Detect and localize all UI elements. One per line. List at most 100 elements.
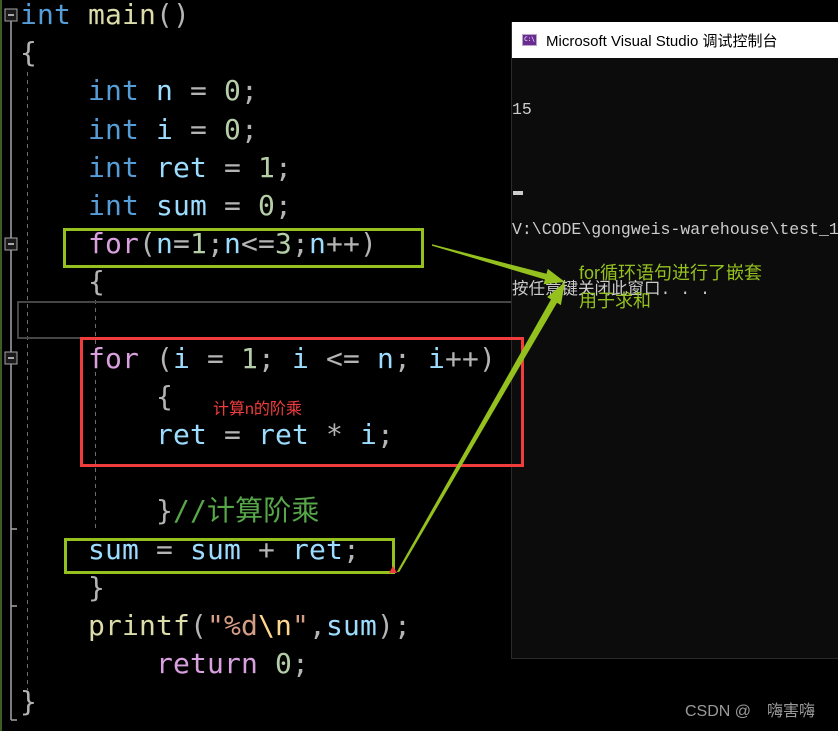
code-token-p: } <box>20 685 37 719</box>
fold-toggle-main[interactable] <box>4 8 18 22</box>
code-token-op: = <box>207 188 258 222</box>
code-token-fn: main <box>88 0 156 31</box>
watermark-author: 嗨害嗨 <box>767 703 816 720</box>
console-app-icon: C:\ <box>522 34 537 46</box>
code-token-var: i <box>292 341 309 375</box>
code-token-p: ; <box>275 150 292 184</box>
code-token-p: } <box>155 494 173 528</box>
code-token-p: ; <box>241 74 258 108</box>
code-token-p: { <box>88 265 105 299</box>
code-token-op <box>258 647 275 680</box>
code-token-str: "%d <box>207 609 258 642</box>
code-token-p: ; <box>394 341 428 375</box>
code-line[interactable]: int ret = 1; <box>20 149 496 187</box>
code-token-op: + <box>241 532 292 566</box>
nested-loop-note: for循环语句进行了嵌套 用于求和 <box>579 259 762 315</box>
code-token-op: = <box>190 341 241 375</box>
code-token-p: ; <box>207 227 224 261</box>
code-token-p: ( <box>190 609 207 642</box>
code-token-var: ret <box>257 418 309 452</box>
code-token-op <box>139 189 156 222</box>
code-token-op: ++ <box>445 341 479 375</box>
code-token-ctl: return <box>155 647 258 681</box>
code-token-p: { <box>155 379 173 413</box>
code-token-var: i <box>156 112 173 146</box>
code-token-var: i <box>359 418 377 452</box>
code-line[interactable]: return 0; <box>20 645 496 683</box>
code-line[interactable]: for(n=1;n<=3;n++) <box>20 225 496 263</box>
code-token-p: ) <box>479 341 496 375</box>
fold-toggle-outer-for[interactable] <box>4 237 18 251</box>
code-line[interactable]: for (i = 1; i <= n; i++) <box>20 340 496 378</box>
code-line[interactable]: { <box>20 263 496 301</box>
code-token-num: 0 <box>274 647 292 681</box>
code-token-num: 0 <box>258 188 275 222</box>
code-token-p: ; <box>376 418 394 452</box>
code-line[interactable]: printf("%d\n",sum); <box>20 607 496 645</box>
code-line[interactable] <box>20 454 496 492</box>
code-token-p: ; <box>275 188 292 222</box>
code-line[interactable]: int i = 0; <box>20 111 496 149</box>
code-token-p: ; <box>343 532 360 566</box>
code-token-op: = <box>173 112 224 146</box>
code-token-p: () <box>156 0 190 31</box>
code-token-str: " <box>292 609 309 642</box>
console-cursor <box>513 191 523 195</box>
code-token-op: <= <box>241 227 275 261</box>
code-token-cmt: //计算阶乘 <box>172 494 320 528</box>
code-line[interactable] <box>20 302 496 340</box>
code-token-num: 3 <box>275 227 292 261</box>
code-token-p: ); <box>377 609 411 642</box>
code-token-op <box>139 74 156 107</box>
code-line[interactable]: int sum = 0; <box>20 187 496 225</box>
code-token-var: n <box>309 227 326 261</box>
code-token-p: ; <box>292 227 309 261</box>
code-line[interactable]: sum = sum + ret; <box>20 531 496 569</box>
code-token-var: ret <box>292 532 343 566</box>
code-token-num: 1 <box>190 227 207 261</box>
nested-loop-note-line1: for循环语句进行了嵌套 <box>579 263 763 283</box>
code-editor[interactable]: int main(){ int n = 0; int i = 0; int re… <box>20 0 496 722</box>
debug-console-window[interactable]: C:\ Microsoft Visual Studio 调试控制台 15 V:\… <box>511 22 838 659</box>
code-token-op <box>139 113 156 146</box>
code-token-var: n <box>224 227 241 261</box>
code-token-kw: int <box>88 74 139 108</box>
code-token-p: { <box>20 36 37 70</box>
code-line[interactable]: } <box>20 683 496 721</box>
code-token-var: n <box>156 227 173 261</box>
code-token-kw: int <box>20 0 71 31</box>
code-token-num: 0 <box>224 74 241 108</box>
console-titlebar[interactable]: C:\ Microsoft Visual Studio 调试控制台 <box>512 22 838 58</box>
code-line[interactable]: }//计算阶乘 <box>20 492 496 530</box>
code-token-var: n <box>377 341 394 375</box>
code-token-fn: printf <box>88 609 190 642</box>
code-line[interactable]: int n = 0; <box>20 72 496 110</box>
code-token-var: ret <box>156 150 207 184</box>
fold-toggle-inner-for[interactable] <box>4 351 18 365</box>
code-token-var: i <box>173 341 190 375</box>
code-token-op: ++ <box>326 227 360 261</box>
code-token-var: ret <box>155 418 207 452</box>
code-token-p: ( <box>139 341 173 375</box>
code-token-num: 1 <box>258 150 275 184</box>
console-output[interactable]: 15 V:\CODE\gongweis-warehouse\test_1 按任意… <box>512 60 838 360</box>
code-line[interactable]: } <box>20 569 496 607</box>
code-token-op: = <box>139 532 190 566</box>
code-token-var: sum <box>326 609 377 642</box>
code-token-p: ) <box>360 227 377 261</box>
code-token-p: ; <box>258 341 292 375</box>
code-line[interactable]: ret = ret * i; <box>20 416 496 454</box>
code-token-p: } <box>88 570 105 604</box>
code-token-op <box>71 0 88 31</box>
code-line[interactable]: { <box>20 34 496 72</box>
console-output-line: V:\CODE\gongweis-warehouse\test_1 <box>512 220 838 239</box>
factorial-note: 计算n的阶乘 <box>213 401 302 418</box>
code-token-op: * <box>308 418 360 452</box>
code-token-p: , <box>309 609 326 642</box>
code-token-p: ( <box>139 227 156 261</box>
code-line[interactable]: int main() <box>20 0 496 34</box>
code-token-var: i <box>428 341 445 375</box>
watermark-site: CSDN @ <box>685 703 752 720</box>
code-token-op: = <box>206 418 258 452</box>
